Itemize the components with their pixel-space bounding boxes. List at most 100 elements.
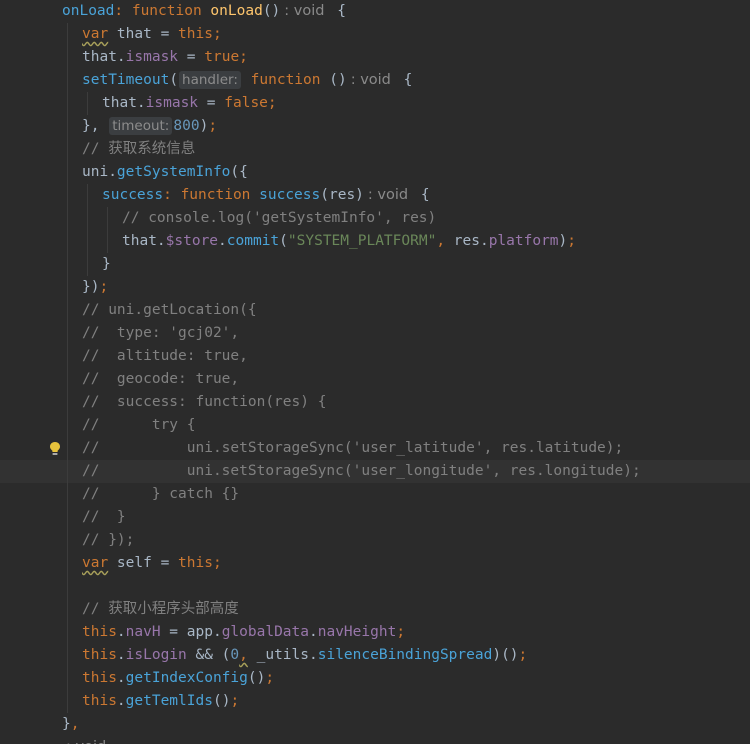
code-line[interactable]: }); (0, 276, 750, 299)
code-token: }) (82, 279, 100, 295)
code-token: ismask (145, 95, 199, 111)
code-line[interactable]: }, (0, 713, 750, 736)
code-line[interactable]: // 获取系统信息 (0, 138, 750, 161)
code-token: ( (169, 72, 179, 88)
indent-guide (107, 207, 108, 230)
code-token: navHeight (317, 624, 397, 640)
code-line[interactable]: // geocode: true, (0, 368, 750, 391)
code-text: var that = this; (82, 23, 222, 46)
code-text: success: function success(res): void { (102, 184, 430, 207)
code-token: this (82, 670, 117, 686)
code-line[interactable] (0, 575, 750, 598)
code-line[interactable]: // uni.setStorageSync('user_latitude', r… (0, 437, 750, 460)
indent-guide (67, 552, 68, 575)
code-line[interactable]: // } (0, 506, 750, 529)
code-line[interactable]: // console.log('getSystemInfo', res) (0, 207, 750, 230)
indent-guide (67, 253, 68, 276)
code-token: // } catch {} (82, 486, 240, 502)
code-line[interactable]: // uni.getLocation({ (0, 299, 750, 322)
code-line[interactable]: that.ismask = false; (0, 92, 750, 115)
code-token: // altitude: true, (82, 348, 248, 364)
code-text: // try { (82, 414, 196, 437)
code-token: // uni.setStorageSync('user_longitude', … (82, 463, 641, 479)
code-line[interactable]: var that = this; (0, 23, 750, 46)
code-token: { (412, 187, 430, 203)
code-token: getIndexConfig (125, 670, 248, 686)
code-text: that.ismask = true; (82, 46, 248, 69)
indent-guide (67, 414, 68, 437)
return-type-hint: : void (284, 3, 325, 19)
code-text: }); (82, 276, 108, 299)
indent-guide (67, 667, 68, 690)
indent-guide (67, 230, 68, 253)
code-token: var (82, 555, 109, 571)
code-line[interactable]: // try { (0, 414, 750, 437)
code-line[interactable]: this.navH = app.globalData.navHeight; (0, 621, 750, 644)
indent-guide (67, 207, 68, 230)
code-text: // 获取系统信息 (82, 138, 195, 161)
code-line[interactable]: // uni.setStorageSync('user_longitude', … (0, 460, 750, 483)
code-line[interactable]: // } catch {} (0, 483, 750, 506)
code-token: . (116, 647, 126, 663)
code-token: // 获取小程序头部高度 (82, 601, 239, 617)
code-text: this.isLogin && (0, _utils.silenceBindin… (82, 644, 527, 667)
code-line[interactable]: that.$store.commit("SYSTEM_PLATFORM", re… (0, 230, 750, 253)
indent-guide (67, 621, 68, 644)
code-token: () (329, 72, 347, 88)
code-token: navH (125, 624, 161, 640)
code-text: // geocode: true, (82, 368, 239, 391)
code-line[interactable]: } (0, 253, 750, 276)
code-token: platform (488, 233, 559, 249)
code-line[interactable]: // }); (0, 529, 750, 552)
code-token: isLogin (125, 647, 187, 663)
code-line[interactable]: success: function success(res): void { (0, 184, 750, 207)
code-line[interactable]: onLoad: function onLoad(): void { (0, 0, 750, 23)
code-token: function (241, 72, 330, 88)
code-text: that.$store.commit("SYSTEM_PLATFORM", re… (122, 230, 576, 253)
code-token: ismask (125, 49, 179, 65)
code-token: ) (558, 233, 568, 249)
code-token: this (82, 624, 117, 640)
code-token: ( (279, 233, 288, 249)
code-text: // console.log('getSystemInfo', res) (122, 207, 436, 230)
code-token: true (204, 49, 240, 65)
code-text: that.ismask = false; (102, 92, 277, 115)
code-line[interactable]: setTimeout(handler: function (): void { (0, 69, 750, 92)
code-token: , (436, 233, 454, 249)
code-token: that = (108, 26, 179, 42)
code-line[interactable]: : void (0, 736, 750, 744)
code-token: "SYSTEM_PLATFORM" (287, 233, 437, 249)
code-text: uni.getSystemInfo({ (82, 161, 248, 184)
indent-guide (67, 161, 68, 184)
code-text: // uni.getLocation({ (82, 299, 257, 322)
code-text: // } catch {} (82, 483, 239, 506)
code-line[interactable]: // type: 'gcj02', (0, 322, 750, 345)
code-line[interactable]: // success: function(res) { (0, 391, 750, 414)
code-line[interactable]: uni.getSystemInfo({ (0, 161, 750, 184)
code-token: setTimeout (82, 72, 170, 88)
indent-guide (87, 184, 88, 207)
code-token: )() (492, 647, 519, 663)
code-token: && ( (186, 647, 231, 663)
code-line[interactable]: that.ismask = true; (0, 46, 750, 69)
code-token: ; (212, 26, 222, 42)
code-text: // uni.setStorageSync('user_latitude', r… (82, 437, 623, 460)
code-line[interactable]: this.getTemlIds(); (0, 690, 750, 713)
code-token: ; (239, 49, 248, 65)
code-line[interactable]: this.isLogin && (0, _utils.silenceBindin… (0, 644, 750, 667)
indent-guide (67, 276, 68, 299)
code-token: { (394, 72, 413, 88)
lightbulb-icon[interactable] (49, 441, 61, 456)
code-line[interactable]: }, timeout: 800); (0, 115, 750, 138)
indent-guide (67, 460, 68, 483)
code-token: onLoad (210, 3, 263, 19)
code-editor[interactable]: onLoad: function onLoad(): void {var tha… (0, 0, 750, 744)
code-line[interactable]: // 获取小程序头部高度 (0, 598, 750, 621)
code-token: ) (199, 118, 209, 134)
indent-guide (87, 207, 88, 230)
code-line[interactable]: // altitude: true, (0, 345, 750, 368)
code-line[interactable]: this.getIndexConfig(); (0, 667, 750, 690)
code-token: // } (82, 509, 126, 525)
indent-guide (107, 230, 108, 253)
code-line[interactable]: var self = this; (0, 552, 750, 575)
